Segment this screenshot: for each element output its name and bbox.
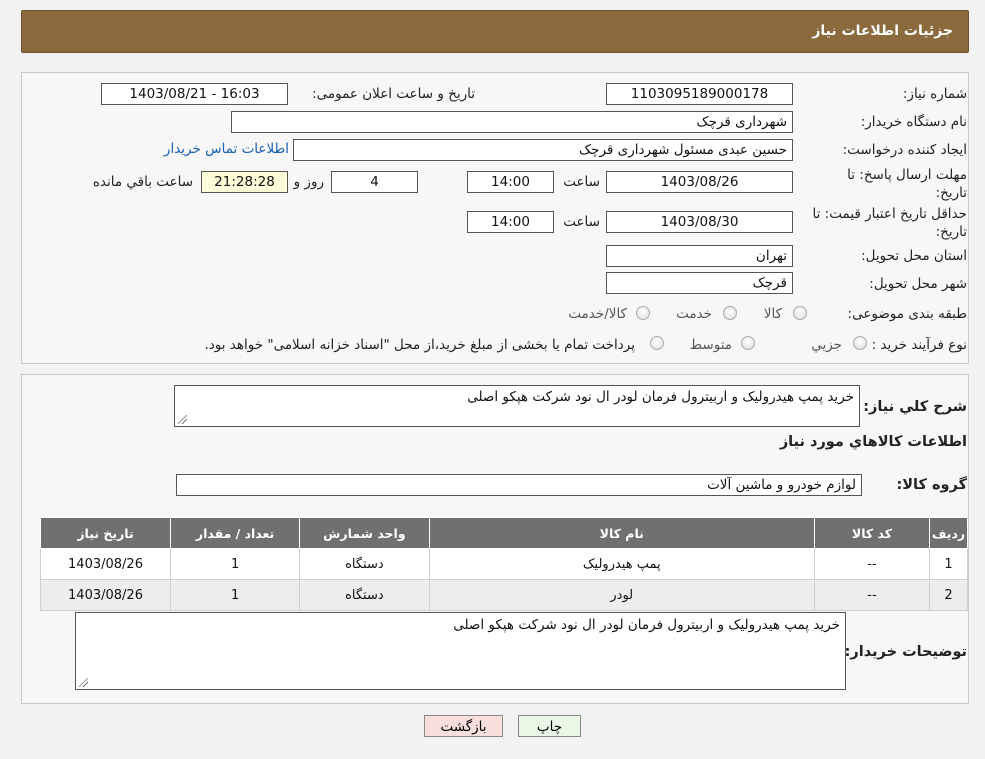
process-note: پرداخت تمام یا بخشی از مبلغ خرید،از محل … [204,337,635,353]
category-option-service: خدمت [676,306,712,322]
process-radio-small[interactable] [853,336,867,350]
page-title: جزئیات اطلاعات نیاز [812,23,953,39]
city-field: قرچک [606,272,793,294]
process-option-small: جزیي [811,337,842,353]
remaining-time-field: 21:28:28 [201,171,288,193]
category-option-goods: کالا [763,306,782,322]
deadline-date-field: 1403/08/26 [606,171,793,193]
cell-date: 1403/08/26 [40,579,171,611]
cell-name: پمپ هیدرولیک [428,548,815,580]
col-header-qty: تعداد / مقدار [169,517,301,549]
city-label: شهر محل تحویل: [869,276,967,292]
days-label: روز و [293,174,324,190]
page-header: جزئیات اطلاعات نیاز [21,10,969,53]
validity-date-field: 1403/08/30 [606,211,793,233]
back-button[interactable]: بازگشت [424,715,503,737]
creator-field: حسین عبدی مسئول شهرداری قرچک [293,139,793,161]
category-radio-goods[interactable] [793,306,807,320]
process-label: نوع فرآیند خرید : [871,337,967,353]
deadline-time-field: 14:00 [467,171,554,193]
goods-group-label: گروه كالا: [896,477,967,493]
print-button[interactable]: چاپ [518,715,581,737]
buyer-field: شهرداری قرچک [231,111,793,133]
province-field: تهران [606,245,793,267]
validity-time-field: 14:00 [467,211,554,233]
validity-label: حداقل تاریخ اعتبار قیمت: تا تاریخ: [812,206,967,240]
creator-label: ایجاد کننده درخواست: [842,142,967,158]
cell-row: 1 [929,548,968,580]
cell-qty: 1 [169,579,301,611]
deadline-label: مهلت ارسال پاسخ: تا تاریخ: [847,167,967,201]
category-label: طبقه بندی موضوعی: [847,306,967,322]
goods-group-field: لوازم خودرو و ماشین آلات [176,474,862,496]
need-number-field: 1103095189000178 [606,83,793,105]
announce-label: تاریخ و ساعت اعلان عمومی: [312,86,475,102]
buyer-notes-text: خرید پمپ هیدرولیک و اربیترول فرمان لودر … [453,617,840,633]
cell-code: -- [813,548,931,580]
col-header-date: تاریخ نیاز [40,517,171,549]
table-row: 2 -- لودر دستگاه 1 1403/08/26 [40,579,968,611]
remaining-label: ساعت باقي مانده [92,174,193,190]
cell-row: 2 [929,579,968,611]
cell-qty: 1 [169,548,301,580]
category-radio-service[interactable] [723,306,737,320]
announce-field: 1403/08/21 - 16:03 [101,83,288,105]
resize-grip-icon[interactable] [79,678,88,687]
buyer-notes-textarea[interactable]: خرید پمپ هیدرولیک و اربیترول فرمان لودر … [75,612,846,690]
table-row: 1 -- پمپ هیدرولیک دستگاه 1 1403/08/26 [40,548,968,580]
process-option-medium: متوسط [689,337,732,353]
cell-unit: دستگاه [299,548,430,580]
cell-unit: دستگاه [299,579,430,611]
need-number-label: شماره نیاز: [902,86,967,102]
category-option-goods-service: کالا/خدمت [568,306,627,322]
cell-date: 1403/08/26 [40,548,171,580]
process-radio-medium[interactable] [741,336,755,350]
goods-section-title: اطلاعات كالاهاي مورد نياز [779,434,967,450]
days-field: 4 [331,171,418,193]
goods-table-header: رديف کد کالا نام کالا واحد شمارش تعداد /… [40,517,968,549]
province-label: استان محل تحویل: [861,248,967,264]
summary-text: خرید پمپ هیدرولیک و اربیترول فرمان لودر … [467,389,854,405]
cell-code: -- [813,579,931,611]
treasury-checkbox[interactable] [650,336,664,350]
goods-table: رديف کد کالا نام کالا واحد شمارش تعداد /… [40,517,968,611]
deadline-time-label: ساعت [563,174,600,190]
col-header-unit: واحد شمارش [299,517,430,549]
col-header-code: کد کالا [813,517,931,549]
category-radio-goods-service[interactable] [636,306,650,320]
validity-time-label: ساعت [563,214,600,230]
col-header-row: رديف [929,517,968,549]
buyer-contact-link[interactable]: اطلاعات تماس خریدار [164,141,289,157]
resize-grip-icon[interactable] [178,415,187,424]
buyer-notes-label: توضیحات خریدار: [844,644,967,660]
summary-label: شرح كلي نياز: [863,399,967,415]
col-header-name: نام کالا [428,517,815,549]
summary-textarea[interactable]: خرید پمپ هیدرولیک و اربیترول فرمان لودر … [174,385,860,427]
buyer-label: نام دستگاه خریدار: [860,114,967,130]
cell-name: لودر [428,579,815,611]
